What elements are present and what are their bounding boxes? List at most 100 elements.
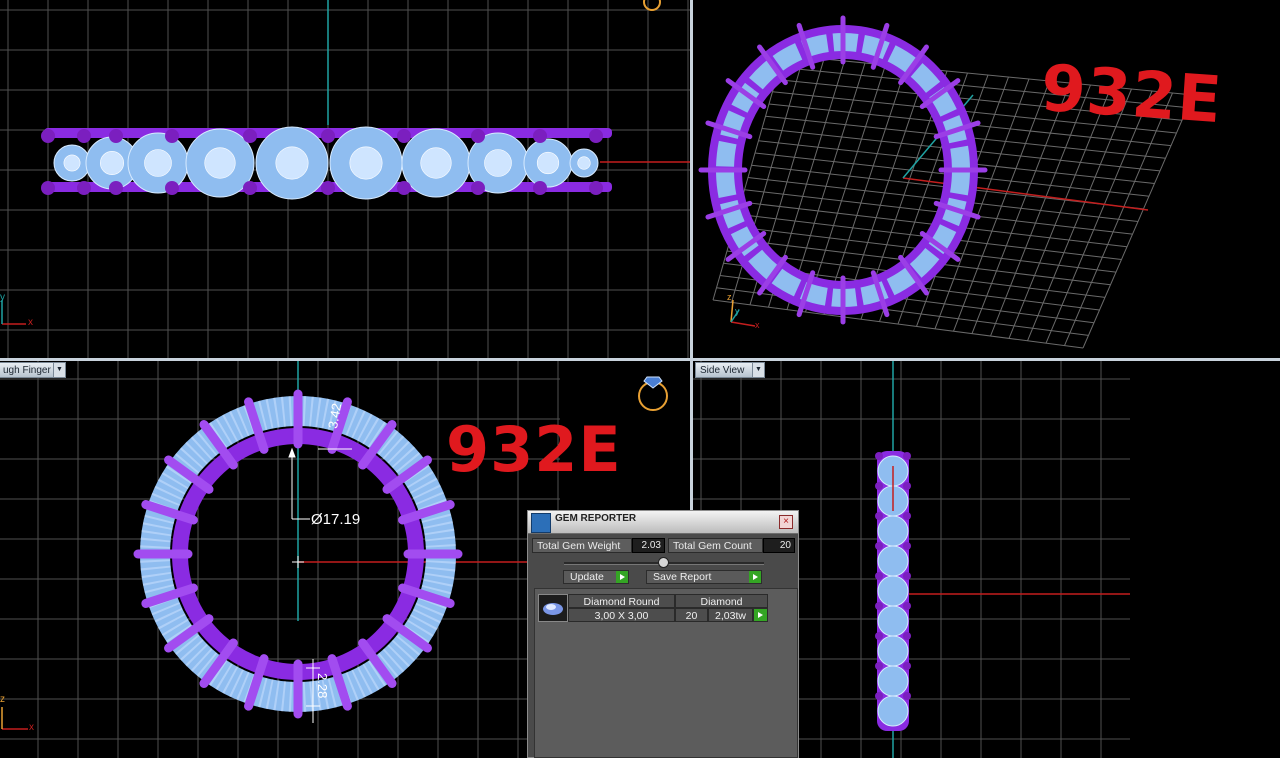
ring-gems xyxy=(716,33,970,307)
save-report-button-label: Save Report xyxy=(653,571,712,583)
play-icon xyxy=(749,571,761,583)
prong-bead xyxy=(875,632,883,640)
axis-x-label: x xyxy=(29,722,34,733)
viewport-top-right[interactable]: 932E z y x xyxy=(693,0,1280,358)
axis-y-label: y xyxy=(735,306,740,316)
viewport-top-left[interactable]: x y xyxy=(0,0,690,358)
total-gem-count-value: 20 xyxy=(763,538,795,553)
gem-reporter-panel[interactable]: GEM REPORTER × Total Gem Weight 2.03 Tot… xyxy=(527,510,799,758)
gem-facet xyxy=(536,151,560,175)
gem-count-cell: 20 xyxy=(675,608,708,622)
dimension-bottom-height-text: 2.28 xyxy=(315,673,330,699)
gem-row-expand-button[interactable] xyxy=(753,608,768,622)
prong-bead xyxy=(875,692,883,700)
ring-icon xyxy=(638,376,668,411)
viewport-divider-horizontal[interactable] xyxy=(0,358,1280,361)
prong-bead xyxy=(321,129,335,143)
prong-bead xyxy=(243,181,257,195)
prong-bead xyxy=(903,482,911,490)
gem-stone xyxy=(877,665,909,697)
gem-facet xyxy=(63,154,81,172)
prong-bead xyxy=(397,181,411,195)
gem-shape-cell: Diamond Round xyxy=(568,594,675,608)
gem-facet xyxy=(577,156,591,170)
prong-bead xyxy=(77,181,91,195)
save-report-button[interactable]: Save Report xyxy=(646,570,762,584)
gem-facet xyxy=(144,149,172,177)
prong-bead xyxy=(165,129,179,143)
view-selector-side-view[interactable]: Side View ▼ xyxy=(695,362,765,378)
prong-bead xyxy=(903,692,911,700)
prong-bead xyxy=(875,452,883,460)
prong-bead xyxy=(321,181,335,195)
play-icon xyxy=(616,571,628,583)
axis-gizmo xyxy=(1,707,28,730)
view-selector-through-finger[interactable]: ugh Finger ▼ xyxy=(0,362,66,378)
gem-stone xyxy=(877,605,909,637)
update-button[interactable]: Update xyxy=(563,570,629,584)
gem-facet xyxy=(349,146,383,180)
prong-bead xyxy=(533,181,547,195)
gem-material-cell: Diamond xyxy=(675,594,768,608)
ring-icon xyxy=(643,0,661,11)
total-gem-weight-value: 2.03 xyxy=(632,538,665,553)
gem-facet xyxy=(275,146,309,180)
axis-z-label: z xyxy=(0,694,5,705)
gem-list: Diamond Round Diamond 3,00 X 3,00 20 2,0… xyxy=(534,588,798,758)
prong-bead xyxy=(397,129,411,143)
prong-bead xyxy=(533,129,547,143)
total-gem-count-label: Total Gem Count xyxy=(668,538,763,553)
prong-bead xyxy=(589,129,603,143)
gem-facet xyxy=(420,147,452,179)
prong-bead xyxy=(875,572,883,580)
prong-bead xyxy=(903,662,911,670)
prong-bead xyxy=(109,181,123,195)
gem-slider-handle[interactable] xyxy=(658,557,669,568)
prong-bead xyxy=(875,512,883,520)
prong-bead xyxy=(471,181,485,195)
prong-bead xyxy=(41,129,55,143)
prong-bead xyxy=(875,542,883,550)
close-icon[interactable]: × xyxy=(779,515,793,529)
gem-facet xyxy=(484,149,512,177)
view-selector-label: ugh Finger xyxy=(3,365,51,376)
prong-bead xyxy=(165,181,179,195)
gem-stone xyxy=(877,515,909,547)
gem-facet xyxy=(204,147,236,179)
prong-bead xyxy=(471,129,485,143)
chevron-down-icon[interactable]: ▼ xyxy=(53,363,65,377)
gem-weight-cell: 2,03tw xyxy=(708,608,753,622)
prong-bead xyxy=(903,572,911,580)
prong-bead xyxy=(77,129,91,143)
axis-z-label: z xyxy=(727,292,732,302)
gem-size-cell: 3,00 X 3,00 xyxy=(568,608,675,622)
gem-facet xyxy=(100,151,125,176)
prong-bead xyxy=(903,632,911,640)
axis-gizmo xyxy=(1,300,26,325)
axis-y-label: y xyxy=(0,292,5,303)
prong-bead xyxy=(875,482,883,490)
total-gem-weight-label: Total Gem Weight xyxy=(532,538,632,553)
prong-bead xyxy=(903,512,911,520)
gem-stone xyxy=(877,575,909,607)
model-code-label: 932E xyxy=(446,413,622,486)
prong-bead xyxy=(589,181,603,195)
axis-x-label: x xyxy=(28,317,33,328)
axis-x-label: x xyxy=(755,320,760,330)
prong-bead xyxy=(875,662,883,670)
round-diamond-icon-svg xyxy=(543,603,563,615)
view-selector-label: Side View xyxy=(700,365,745,376)
viewport-top-left-canvas xyxy=(0,0,690,358)
gem-stone xyxy=(877,545,909,577)
dimension-inner-diameter-text: Ø17.19 xyxy=(311,511,361,528)
gem-reporter-titlebar[interactable]: GEM REPORTER × xyxy=(528,511,798,534)
gem-reporter-icon xyxy=(531,513,551,533)
chevron-down-icon[interactable]: ▼ xyxy=(752,363,764,377)
gem-stone xyxy=(877,635,909,667)
gem-reporter-title: GEM REPORTER xyxy=(555,513,637,524)
model-code-label: 932E xyxy=(1038,51,1225,139)
update-button-label: Update xyxy=(570,571,604,583)
prong-bead xyxy=(875,602,883,610)
play-icon xyxy=(754,609,767,621)
prong-bead xyxy=(903,602,911,610)
